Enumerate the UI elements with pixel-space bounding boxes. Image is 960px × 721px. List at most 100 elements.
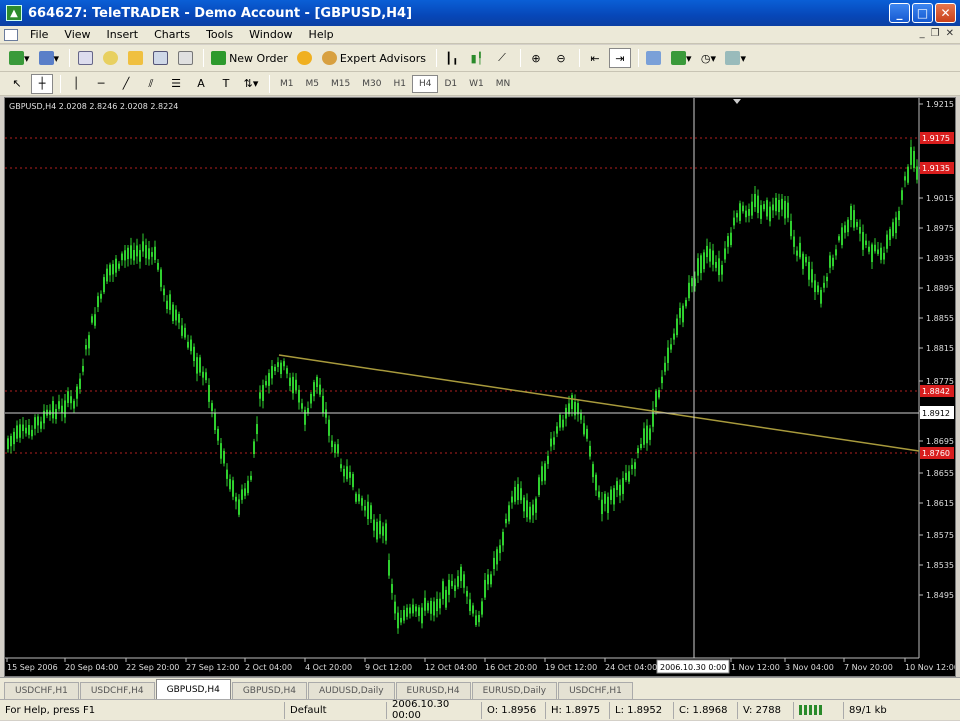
candle-body <box>805 256 807 263</box>
mdi-close-button[interactable]: ✕ <box>946 28 954 39</box>
trendline-icon[interactable]: ╱ <box>115 74 137 94</box>
terminal-icon[interactable] <box>149 48 171 68</box>
timeframe-m30[interactable]: M30 <box>356 75 387 93</box>
tab-audusd-daily[interactable]: AUDUSD,Daily <box>308 682 395 699</box>
tab-eurusd-daily[interactable]: EURUSD,Daily <box>471 682 558 699</box>
tab-gbpusd-h4-active[interactable]: GBPUSD,H4 <box>155 679 231 699</box>
bar-chart-icon[interactable]: ┃╻ <box>441 48 463 68</box>
candle-body <box>55 408 57 420</box>
text-icon[interactable]: A <box>190 74 212 94</box>
candle-body <box>220 443 222 459</box>
timeframe-h1[interactable]: H1 <box>387 75 412 93</box>
candle-body <box>31 429 33 437</box>
tab-gbpusd-h4[interactable]: GBPUSD,H4 <box>231 682 307 699</box>
favorites-icon[interactable] <box>124 48 146 68</box>
candle-body <box>901 190 903 201</box>
candle-body <box>436 598 438 612</box>
expert-advisors-button[interactable]: Expert Advisors <box>319 48 429 68</box>
candle-body <box>661 376 663 384</box>
candle-body <box>682 305 684 323</box>
candle-body <box>745 210 747 218</box>
status-low: L: 1.8952 <box>610 701 674 719</box>
candle-body <box>697 258 699 276</box>
new-chart-button[interactable]: ▾ <box>6 48 33 68</box>
timeframe-m15[interactable]: M15 <box>325 75 356 93</box>
app-icon: ▲ <box>6 5 22 21</box>
maximize-button[interactable]: □ <box>912 3 933 23</box>
candle-body <box>298 389 300 403</box>
candle-body <box>385 523 387 541</box>
menu-view[interactable]: View <box>56 28 98 41</box>
vertical-line-icon[interactable]: │ <box>65 74 87 94</box>
timeframe-m5[interactable]: M5 <box>300 75 326 93</box>
menu-insert[interactable]: Insert <box>99 28 147 41</box>
tab-usdchf-h1[interactable]: USDCHF,H1 <box>4 682 79 699</box>
candle-body <box>52 401 54 419</box>
price-chart[interactable]: GBPUSD,H4 2.0208 2.8246 2.0208 2.8224 1.… <box>5 98 959 676</box>
fibonacci-icon[interactable]: ☰ <box>165 74 187 94</box>
timeframe-m1[interactable]: M1 <box>274 75 300 93</box>
mdi-minimize-button[interactable]: _ <box>920 28 925 39</box>
metaeditor-icon[interactable] <box>294 48 316 68</box>
line-chart-icon[interactable]: ⟋ <box>491 48 513 68</box>
candle-body <box>484 579 486 598</box>
menu-tools[interactable]: Tools <box>198 28 241 41</box>
new-order-button[interactable]: New Order <box>208 48 291 68</box>
tab-usdchf-h4[interactable]: USDCHF,H4 <box>79 682 155 699</box>
timeframe-h4[interactable]: H4 <box>411 74 439 93</box>
date-tick-label: 4 Oct 20:00 <box>305 663 352 672</box>
tab-usdchf-h1-2[interactable]: USDCHF,H1 <box>558 682 633 699</box>
timeframe-w1[interactable]: W1 <box>463 75 490 93</box>
candle-body <box>25 427 27 434</box>
label-icon[interactable]: T <box>215 74 237 94</box>
menu-window[interactable]: Window <box>241 28 300 41</box>
menu-file[interactable]: File <box>22 28 56 41</box>
templates-icon[interactable]: ▾ <box>722 48 749 68</box>
chart-shift-icon[interactable]: ⇥ <box>608 48 631 68</box>
tab-eurusd-h4[interactable]: EURUSD,H4 <box>395 682 471 699</box>
close-button[interactable]: ✕ <box>935 3 956 23</box>
timeframe-mn[interactable]: MN <box>490 75 517 93</box>
cursor-icon[interactable]: ↖ <box>6 74 28 94</box>
zoom-in-icon[interactable]: ⊕ <box>525 48 547 68</box>
clock-icon[interactable]: ◷▾ <box>697 48 719 68</box>
menu-charts[interactable]: Charts <box>146 28 198 41</box>
indicators-icon[interactable] <box>643 48 665 68</box>
candle-body <box>517 484 519 501</box>
navigator-icon[interactable] <box>99 48 121 68</box>
candle-body <box>493 557 495 570</box>
price-level-label: 1.9135 <box>922 164 950 173</box>
market-watch-icon[interactable] <box>74 48 96 68</box>
candle-body <box>256 424 258 435</box>
chart-window[interactable]: GBPUSD,H4 2.0208 2.8246 2.0208 2.8224 1.… <box>4 97 959 677</box>
candle-body <box>133 249 135 261</box>
candle-body <box>238 499 240 515</box>
timeframe-d1[interactable]: D1 <box>438 75 463 93</box>
profiles-button[interactable]: ▾ <box>36 48 63 68</box>
candle-body <box>910 147 912 165</box>
channel-icon[interactable]: ⫽ <box>140 74 162 94</box>
candle-body <box>445 589 447 608</box>
candle-body <box>532 504 534 516</box>
menu-help[interactable]: Help <box>301 28 342 41</box>
mdi-restore-button[interactable]: ❐ <box>931 28 940 39</box>
minimize-button[interactable]: _ <box>889 3 910 23</box>
candle-body <box>274 366 276 372</box>
candle-body <box>364 506 366 511</box>
standard-toolbar: ▾ ▾ New Order Expert Advisors ┃╻ ▮╿ ⟋ ⊕ … <box>0 45 960 72</box>
auto-scroll-icon[interactable]: ⇤ <box>584 48 606 68</box>
candlestick-icon[interactable]: ▮╿ <box>466 48 488 68</box>
candle-body <box>349 471 351 478</box>
zoom-out-icon[interactable]: ⊖ <box>550 48 572 68</box>
candle-body <box>793 236 795 247</box>
document-icon[interactable] <box>4 28 18 41</box>
arrows-icon[interactable]: ⇅▾ <box>240 74 262 94</box>
candle-body <box>70 396 72 404</box>
horizontal-line-icon[interactable]: ─ <box>90 74 112 94</box>
periods-icon[interactable]: ▾ <box>668 48 695 68</box>
candle-body <box>817 285 819 293</box>
candle-body <box>223 450 225 464</box>
tester-icon[interactable] <box>174 48 196 68</box>
candle-body <box>514 486 516 502</box>
crosshair-icon[interactable]: ┼ <box>31 73 53 94</box>
